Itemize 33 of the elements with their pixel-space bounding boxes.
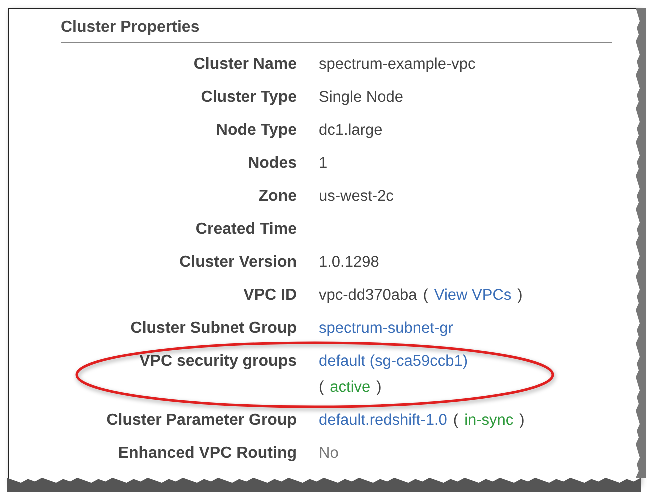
value-text: ( (319, 378, 324, 398)
value-text: spectrum-example-vpc (319, 55, 476, 75)
value-link[interactable]: default.redshift-1.0 (319, 411, 448, 431)
value-text: vpc-dd370aba (319, 286, 418, 306)
property-label: Cluster Type (200, 88, 297, 108)
property-label: VPC security groups (138, 352, 297, 372)
property-label: Node Type (215, 121, 297, 141)
value-text: ) (520, 411, 525, 431)
value-text: us-west-2c (319, 187, 394, 207)
status-text: active (330, 378, 371, 398)
property-label: Cluster Name (192, 55, 297, 75)
value-text: Single Node (319, 88, 404, 108)
value-text: dc1.large (319, 121, 383, 141)
status-text: in-sync (464, 411, 514, 431)
section-title: Cluster Properties (61, 19, 612, 43)
value-link[interactable]: spectrum-subnet-gr (319, 319, 454, 339)
property-label: Created Time (194, 220, 297, 240)
property-label: Nodes (247, 154, 297, 174)
property-label: Enhanced VPC Routing (117, 444, 297, 464)
value-text: ) (518, 286, 523, 306)
value-text: ( (423, 286, 428, 306)
value-text: ( (453, 411, 459, 431)
property-label: Zone (258, 187, 297, 207)
value-text: 1 (319, 154, 328, 174)
property-label: VPC ID (242, 286, 297, 306)
value-link[interactable]: default (sg-ca59ccb1) (319, 352, 468, 372)
value-text: No (319, 444, 339, 464)
value-text: 1.0.1298 (319, 253, 380, 273)
property-label: Cluster Version (178, 253, 297, 273)
property-label: Cluster Subnet Group (130, 319, 297, 339)
value-link[interactable]: View VPCs (434, 286, 512, 306)
value-text: ) (376, 378, 382, 398)
property-label: Cluster Parameter Group (106, 411, 297, 431)
